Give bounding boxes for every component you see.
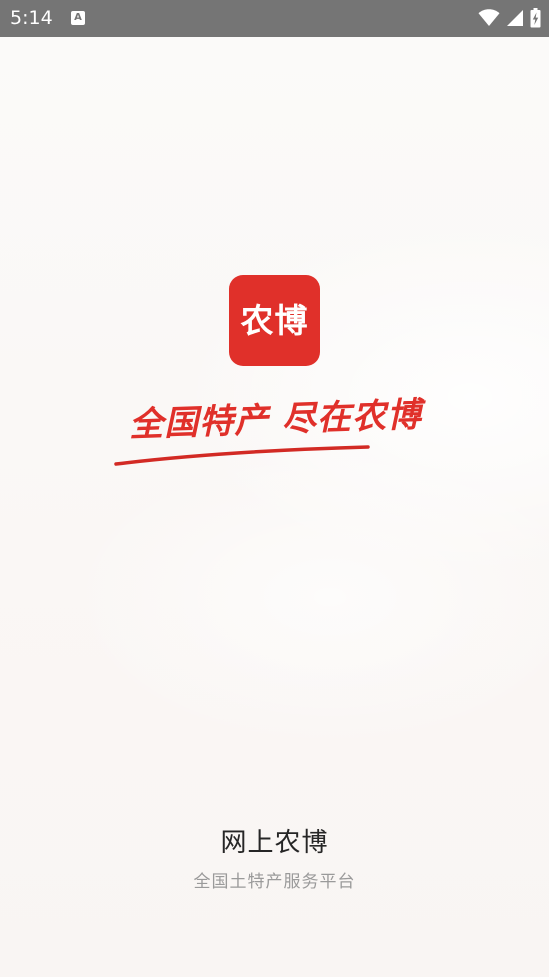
- app-logo-text: 农博: [240, 301, 309, 340]
- status-bar: 5:14 A: [0, 0, 549, 37]
- footer-subtitle: 全国土特产服务平台: [193, 872, 356, 892]
- footer-title: 网上农博: [220, 828, 329, 858]
- status-icons: [478, 7, 541, 29]
- text-notification-icon: A: [71, 11, 85, 25]
- battery-charging-icon: [530, 8, 541, 28]
- wifi-icon: [478, 9, 500, 27]
- status-time: 5:14: [10, 7, 53, 29]
- app-logo: 农博: [229, 275, 320, 366]
- cell-signal-icon: [507, 10, 523, 26]
- slogan-underline: [114, 445, 370, 466]
